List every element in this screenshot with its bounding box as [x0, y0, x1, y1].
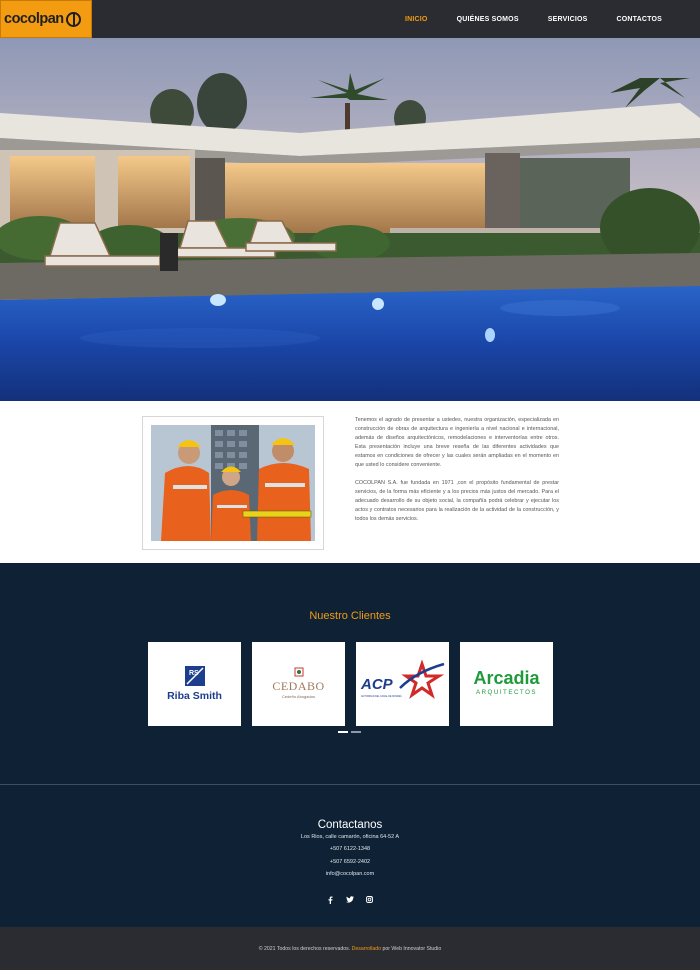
- about-section: Tenemos el agrado de presentar a ustedes…: [0, 401, 700, 563]
- client-card-riba-smith[interactable]: RS Riba Smith: [148, 642, 241, 726]
- about-paragraph-2: COCOLPAN S.A. fue fundada en 1971 ,con e…: [355, 480, 559, 522]
- instagram-icon[interactable]: [366, 896, 373, 903]
- about-paragraph-1: Tenemos el agrado de presentar a ustedes…: [355, 417, 559, 468]
- cedabo-sub: Cedeño Abogados: [282, 694, 315, 699]
- workers-photo-frame: [142, 416, 324, 550]
- arcadia-name: Arcadia: [473, 668, 540, 688]
- construction-workers-photo: [151, 425, 315, 541]
- contact-address: Los Rios, calle camarón, oficina 64-52 A: [300, 834, 400, 840]
- clients-section: Nuestro Clientes RS Riba Smith CEDABO Ce…: [0, 563, 700, 784]
- client-card-cedabo[interactable]: CEDABO Cedeño Abogados: [252, 642, 345, 726]
- twitter-icon[interactable]: [346, 896, 354, 903]
- about-text: Tenemos el agrado de presentar a ustedes…: [355, 416, 559, 533]
- carousel-dot-2[interactable]: [351, 731, 361, 733]
- hero-house-pool-illustration: [0, 38, 700, 401]
- footer-suffix: por Web Innovator Studio: [382, 946, 442, 952]
- riba-smith-name: Riba Smith: [167, 690, 222, 702]
- cocolpan-logo[interactable]: cocolpan: [0, 0, 92, 38]
- clients-title: Nuestro Clientes: [309, 610, 391, 622]
- footer-copyright: © 2021 Todos los derechos reservados. De…: [0, 946, 700, 952]
- nav-contactos[interactable]: CONTACTOS: [617, 16, 663, 23]
- cedabo-name: CEDABO: [272, 679, 324, 693]
- contact-phone-2[interactable]: +507 6592-2402: [0, 859, 700, 865]
- acp-name: ACP: [360, 676, 394, 693]
- nav-quienes-somos[interactable]: QUIÉNES SOMOS: [457, 16, 519, 23]
- footer-developed-link[interactable]: Desarrollado: [352, 946, 381, 952]
- logo-mark-icon: [65, 11, 81, 27]
- riba-smith-logo: RS Riba Smith: [167, 666, 222, 702]
- main-nav: INICIO QUIÉNES SOMOS SERVICIOS CONTACTOS: [376, 0, 662, 38]
- social-links: [0, 896, 700, 904]
- contact-phone-1[interactable]: +507 6122-1348: [0, 846, 700, 852]
- carousel-dot-1[interactable]: [338, 731, 348, 733]
- arcadia-logo: Arcadia ARQUITECTOS: [473, 668, 540, 696]
- acp-sub: AUTORIDAD DEL CANAL DE PANAMÁ: [361, 695, 402, 698]
- contact-title: Contactanos: [317, 819, 383, 831]
- acp-logo: ACP AUTORIDAD DEL CANAL DE PANAMÁ: [360, 659, 445, 699]
- client-card-acp[interactable]: ACP AUTORIDAD DEL CANAL DE PANAMÁ: [356, 642, 449, 726]
- site-footer: © 2021 Todos los derechos reservados. De…: [0, 927, 700, 970]
- contact-section: Contactanos Los Rios, calle camarón, ofi…: [0, 785, 700, 927]
- cedabo-logo: CEDABO Cedeño Abogados: [272, 667, 324, 699]
- hero-image: [0, 38, 700, 401]
- carousel-dots: [338, 731, 361, 733]
- nav-inicio[interactable]: INICIO: [405, 16, 428, 23]
- client-card-arcadia[interactable]: Arcadia ARQUITECTOS: [460, 642, 553, 726]
- site-header: cocolpan INICIO QUIÉNES SOMOS SERVICIOS …: [0, 0, 700, 38]
- footer-prefix: © 2021 Todos los derechos reservados.: [258, 946, 351, 952]
- contact-email[interactable]: info@cocolpan.com: [0, 871, 700, 877]
- nav-servicios[interactable]: SERVICIOS: [548, 16, 588, 23]
- facebook-icon[interactable]: [327, 896, 334, 904]
- logo-text: cocolpan: [4, 11, 64, 27]
- arcadia-sub: ARQUITECTOS: [476, 689, 537, 696]
